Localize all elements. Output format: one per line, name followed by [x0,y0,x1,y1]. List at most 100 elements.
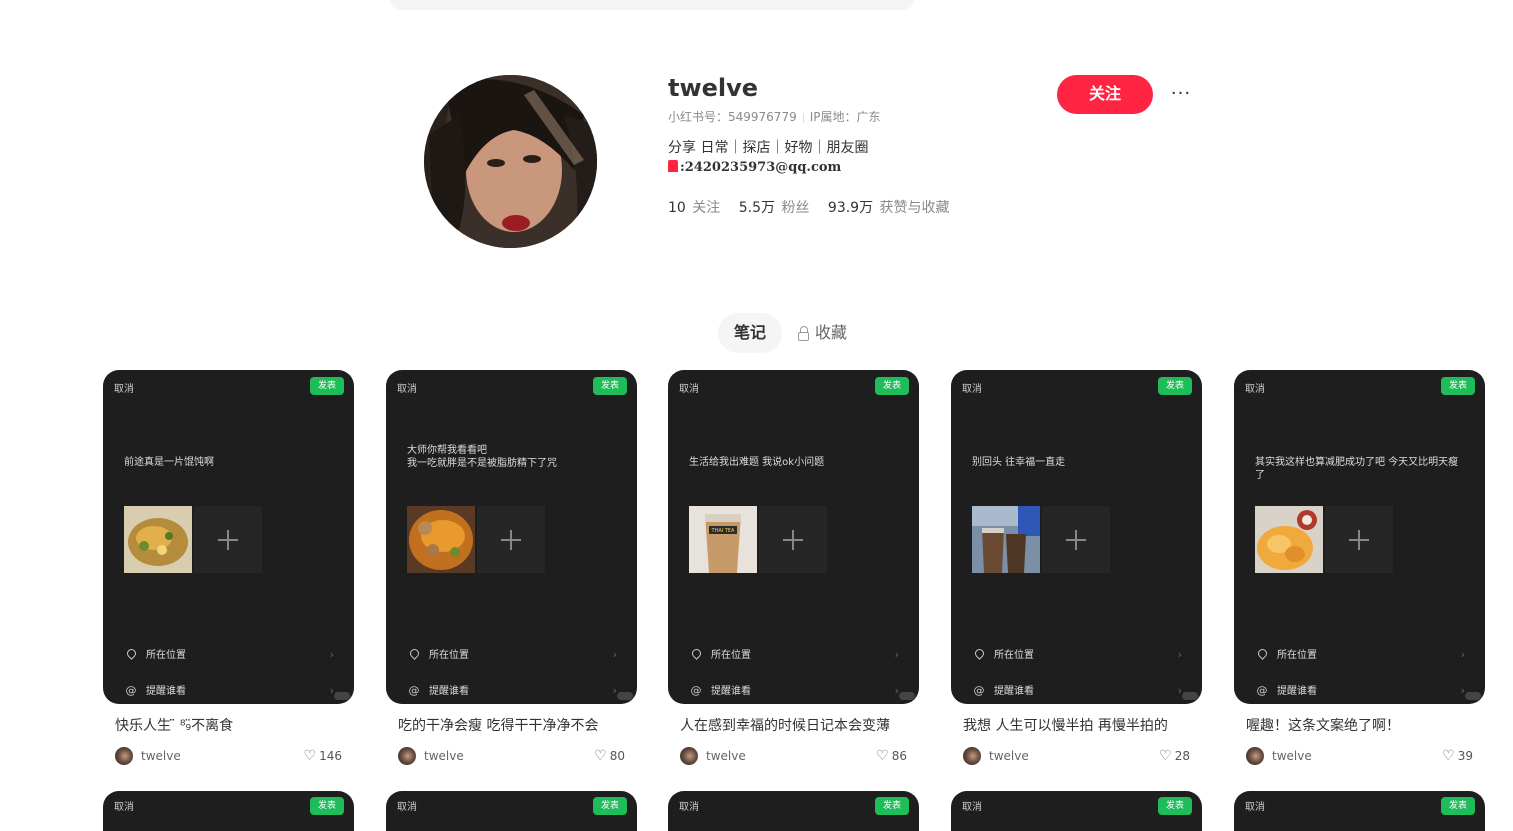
note-footer: twelve ♡ 80 [386,746,637,766]
cover-mention-text: 提醒谁看 [994,686,1034,697]
cover-mention-row: @ 提醒谁看 › [1255,682,1466,700]
cover-mention-row: @ 提醒谁看 › [407,682,618,700]
note-title[interactable]: 吃的干净会瘦 吃得干干净净不会 [386,716,637,736]
like-count: 28 [1174,749,1190,763]
following-stat[interactable]: 10 关注 [668,200,720,216]
cover-publish-badge: 发表 [310,797,344,815]
divider [802,112,804,123]
author-avatar[interactable] [963,747,981,765]
note-cover[interactable]: 取消 发表 别回头 往幸福一直走 所在位置 › @ 提醒谁看 › [951,370,1202,704]
heart-icon[interactable]: ♡ [594,748,607,764]
more-options-icon[interactable]: ··· [1166,80,1196,108]
cover-publish-badge: 发表 [1441,377,1475,395]
cover-publish-badge: 发表 [593,797,627,815]
at-icon: @ [125,684,137,697]
author-name[interactable]: twelve [989,749,1159,763]
following-count: 10 [668,200,686,216]
like-count: 80 [609,749,625,763]
tab-collections[interactable]: 收藏 [782,313,863,353]
cover-cancel-text: 取消 [397,802,417,813]
stats: 10 关注 5.5万 粉丝 93.9万 获赞与收藏 [668,198,964,218]
cover-location-row: 所在位置 › [407,646,617,664]
note-title[interactable]: 快乐人生 ̈̈̈ ⁸₉̈不离食 [103,716,354,736]
chevron-right-icon: › [612,648,617,661]
cover-mention-row: @ 提醒谁看 › [972,682,1183,700]
cover-caption: 前途真是一片馄饨啊 [124,457,214,468]
like-count: 39 [1457,749,1473,763]
note-cover[interactable]: 取消 发表 其实我这样也算减肥成功了吧 今天又比明天瘦了 所在位置 › @ 提醒谁看… [1234,370,1485,704]
note-cover[interactable]: 取消 发表 大师你帮我看看吧 我一吃就胖是不是被脂肪精下了咒 所在位置 › @ 提醒… [386,370,637,704]
cover-publish-badge: 发表 [1158,797,1192,815]
cover-location-row: 所在位置 › [1255,646,1465,664]
note-title[interactable]: 我想 人生可以慢半拍 再慢半拍的 [951,716,1202,736]
food-photo [407,506,475,573]
note-cover[interactable]: 取消 发表 [386,791,637,831]
note-card[interactable]: 取消 发表 其实我这样也算减肥成功了吧 今天又比明天瘦了 所在位置 › @ 提醒谁看… [1234,370,1485,766]
cover-location-row: 所在位置 › [972,646,1182,664]
author-name[interactable]: twelve [706,749,876,763]
author-avatar[interactable] [398,747,416,765]
author-avatar[interactable] [115,747,133,765]
like-count: 146 [319,749,342,763]
heart-icon[interactable]: ♡ [876,748,889,764]
note-title[interactable]: 喔趣！这条文案绝了啊！ [1234,716,1485,736]
likes-stat[interactable]: 93.9万 获赞与收藏 [828,200,950,216]
note-card[interactable]: 取消 发表 大师你帮我看看吧 我一吃就胖是不是被脂肪精下了咒 所在位置 › @ 提醒… [386,370,637,766]
location-pin-icon [689,647,703,660]
note-card[interactable]: 取消 发表 前途真是一片馄饨啊 所在位置 › @ 提醒谁看 › 快乐人生 ̈̈̈ ⁸₉… [103,370,354,766]
note-cover[interactable]: 取消 发表 生活给我出难题 我说ok小问题 THAI TEA 所在位置 › @ 提醒… [668,370,919,704]
cover-publish-badge: 发表 [310,377,344,395]
cover-caption: 大师你帮我看看吧 我一吃就胖是不是被脂肪精下了咒 [407,445,557,469]
username: twelve [668,74,759,102]
cover-mention-text: 提醒谁看 [711,686,751,697]
chevron-right-icon: › [1460,648,1465,661]
cover-corner-badge [899,692,915,700]
avatar[interactable] [424,75,597,248]
note-cover[interactable]: 取消 发表 前途真是一片馄饨啊 所在位置 › @ 提醒谁看 › [103,370,354,704]
note-card[interactable]: 取消 发表 生活给我出难题 我说ok小问题 THAI TEA 所在位置 › @ 提醒… [668,370,919,766]
cover-publish-badge: 发表 [875,797,909,815]
note-cover[interactable]: 取消 发表 [951,791,1202,831]
following-label: 关注 [692,200,721,216]
red-id: 小红书号：549976779 [668,110,797,124]
author-name[interactable]: twelve [1272,749,1442,763]
note-cover[interactable]: 取消 发表 [1234,791,1485,831]
chevron-right-icon: › [1177,648,1182,661]
content-tabs: 笔记 收藏 [718,313,863,353]
chevron-right-icon: › [894,648,899,661]
add-image-icon [759,506,827,573]
cover-cancel-text: 取消 [962,802,982,813]
location-pin-icon [124,647,138,660]
note-cover[interactable]: 取消 发表 [668,791,919,831]
follow-button[interactable]: 关注 [1057,75,1153,114]
avatar-image [424,75,597,248]
drink-photo [972,506,1040,573]
cover-cancel-text: 取消 [1245,384,1265,395]
drink-photo: THAI TEA [689,506,757,573]
author-avatar[interactable] [680,747,698,765]
at-icon: @ [973,684,985,697]
heart-icon[interactable]: ♡ [1442,748,1455,764]
author-name[interactable]: twelve [424,749,594,763]
svg-text:THAI TEA: THAI TEA [711,528,736,534]
author-name[interactable]: twelve [141,749,304,763]
food-photo [1255,506,1323,573]
cover-location-row: 所在位置 › [689,646,899,664]
add-image-icon [477,506,545,573]
note-card[interactable]: 取消 发表 别回头 往幸福一直走 所在位置 › @ 提醒谁看 › 我想 人生可以慢半拍… [951,370,1202,766]
tab-notes[interactable]: 笔记 [718,313,783,353]
cover-cancel-text: 取消 [679,384,699,395]
author-avatar[interactable] [1246,747,1264,765]
cover-location-row: 所在位置 › [124,646,334,664]
fans-stat[interactable]: 5.5万 粉丝 [739,200,810,216]
heart-icon[interactable]: ♡ [304,748,317,764]
cover-corner-badge [1182,692,1198,700]
cover-corner-badge [334,692,350,700]
note-footer: twelve ♡ 146 [103,746,354,766]
note-title[interactable]: 人在感到幸福的时候日记本会变薄 [668,716,919,736]
cover-publish-badge: 发表 [1441,797,1475,815]
cover-publish-badge: 发表 [1158,377,1192,395]
heart-icon[interactable]: ♡ [1159,748,1172,764]
profile-meta: 小红书号：549976779 IP属地：广东 [668,108,964,126]
note-cover[interactable]: 取消 发表 [103,791,354,831]
